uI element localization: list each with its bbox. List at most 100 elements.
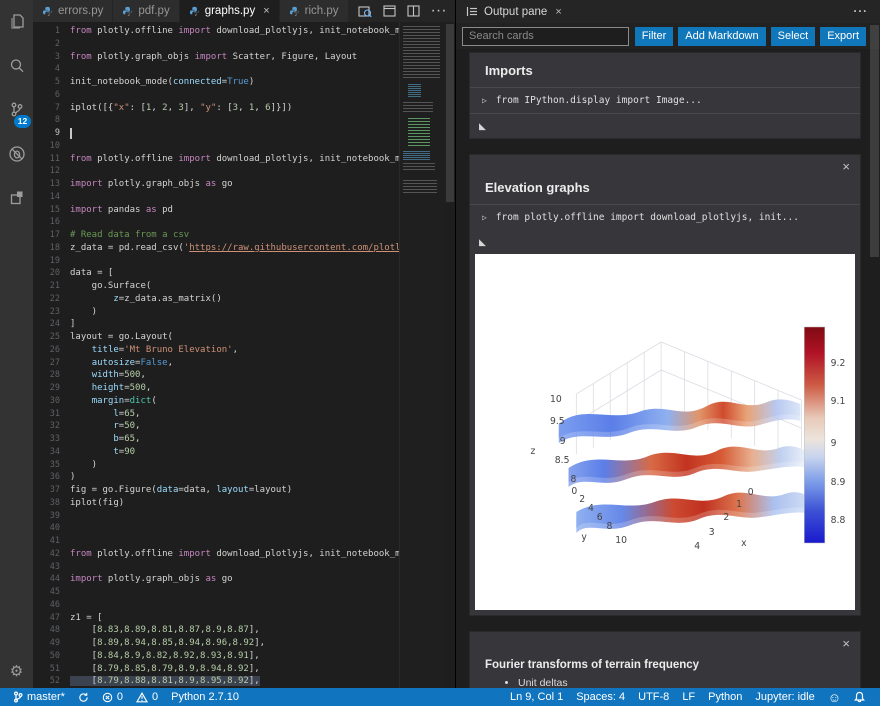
code-line[interactable]: 37 fig = go.Figure(data=data, layout=layo… xyxy=(33,484,400,497)
indentation-item[interactable]: Spaces: 4 xyxy=(571,688,630,706)
code-line[interactable]: 40 xyxy=(33,522,400,535)
code-line[interactable]: 18 z_data = pd.read_csv('https://raw.gith… xyxy=(33,242,400,255)
code-line[interactable]: 50 [8.84,8.9,8.82,8.92,8.93,8.91], xyxy=(33,650,400,663)
code-line[interactable]: 11 from plotly.offline import download_pl… xyxy=(33,153,400,166)
code-line[interactable]: 52 [8.79,8.88,8.81,8.9,8.95,8.92], xyxy=(33,675,400,688)
code-line[interactable]: 35 ) xyxy=(33,459,400,472)
code-line[interactable]: 41 xyxy=(33,535,400,548)
code-line[interactable]: 13 import plotly.graph_objs as go xyxy=(33,178,400,191)
code-line[interactable]: 19 xyxy=(33,255,400,268)
debug-icon[interactable] xyxy=(0,132,33,176)
code-line[interactable]: 3 from plotly.graph_objs import Scatter, … xyxy=(33,51,400,64)
code-line[interactable]: 27 autosize=False, xyxy=(33,357,400,370)
jupyter-status-item[interactable]: Jupyter: idle xyxy=(750,688,819,706)
card-code-row[interactable]: ▷ from plotly.offline import download_pl… xyxy=(470,205,860,230)
code-line[interactable]: 14 xyxy=(33,191,400,204)
settings-gear-icon[interactable]: ⚙ xyxy=(0,662,33,680)
minimap[interactable] xyxy=(399,22,445,688)
close-tab-icon[interactable]: × xyxy=(263,5,269,17)
python-interpreter-item[interactable]: Python 2.7.10 xyxy=(166,688,244,706)
code-line[interactable]: 20 data = [ xyxy=(33,267,400,280)
code-line[interactable]: 7 iplot([{"x": [1, 2, 3], "y": [3, 1, 6]}… xyxy=(33,102,400,115)
code-line[interactable]: 44 import plotly.graph_objs as go xyxy=(33,573,400,586)
language-mode-item[interactable]: Python xyxy=(703,688,747,706)
code-line[interactable]: 43 xyxy=(33,561,400,574)
code-line[interactable]: 38 iplot(fig) xyxy=(33,497,400,510)
code-line[interactable]: 36) xyxy=(33,471,400,484)
select-button[interactable]: Select xyxy=(770,26,816,46)
code-line[interactable]: 21 go.Surface( xyxy=(33,280,400,293)
code-line[interactable]: 17 # Read data from a csv xyxy=(33,229,400,242)
export-button[interactable]: Export xyxy=(820,26,866,46)
code-line[interactable]: 42 from plotly.offline import download_pl… xyxy=(33,548,400,561)
code-line[interactable]: 8 xyxy=(33,114,400,127)
elevation-plot[interactable]: 10 9.5 9 8.5 8 0 2 4 6 8 10 0 1 2 3 4 9.2 9.1 9 8.9 8.8 z y x xyxy=(475,254,855,610)
code-line[interactable]: 30 margin=dict( xyxy=(33,395,400,408)
card-resize-icon[interactable]: ◣ xyxy=(479,237,486,247)
code-line[interactable]: 4 xyxy=(33,63,400,76)
card-code-row[interactable]: ▷ from IPython.display import Image... xyxy=(470,88,860,113)
code-line[interactable]: 48 [8.83,8.89,8.81,8.87,8.9,8.87], xyxy=(33,624,400,637)
encoding-item[interactable]: UTF-8 xyxy=(633,688,674,706)
eol-item[interactable]: LF xyxy=(677,688,700,706)
split-editor-icon[interactable] xyxy=(406,5,420,17)
code-line[interactable]: 23 ) xyxy=(33,306,400,319)
sync-item[interactable] xyxy=(73,688,94,706)
code-line[interactable]: 9 xyxy=(33,127,400,140)
source-control-icon[interactable]: 12 xyxy=(0,88,33,132)
explorer-icon[interactable] xyxy=(0,0,33,44)
code-line[interactable]: 34 t=90 xyxy=(33,446,400,459)
code-line[interactable]: 2 xyxy=(33,38,400,51)
collapse-arrow-icon[interactable]: ▷ xyxy=(482,96,487,105)
code-line[interactable]: 12 xyxy=(33,165,400,178)
errors-item[interactable]: 0 xyxy=(97,688,128,706)
notifications-bell-icon[interactable] xyxy=(849,688,870,706)
search-cards-input[interactable] xyxy=(462,26,629,46)
tab-pdf-py[interactable]: pdf.py xyxy=(113,0,180,22)
code-line[interactable]: 49 [8.89,8.94,8.85,8.94,8.96,8.92], xyxy=(33,637,400,650)
code-editor[interactable]: 1 from plotly.offline import download_plo… xyxy=(33,22,455,688)
cursor-position-item[interactable]: Ln 9, Col 1 xyxy=(505,688,568,706)
code-line[interactable]: 46 xyxy=(33,599,400,612)
code-line[interactable]: 6 xyxy=(33,89,400,102)
code-line[interactable]: 51 [8.79,8.85,8.79,8.9,8.94,8.92], xyxy=(33,663,400,676)
code-line[interactable]: 29 height=500, xyxy=(33,382,400,395)
code-line[interactable]: 25 layout = go.Layout( xyxy=(33,331,400,344)
code-line[interactable]: 1 from plotly.offline import download_plo… xyxy=(33,25,400,38)
code-line[interactable]: 5 init_notebook_mode(connected=True) xyxy=(33,76,400,89)
close-panel-icon[interactable]: × xyxy=(555,6,561,18)
code-line[interactable]: 26 title='Mt Bruno Elevation', xyxy=(33,344,400,357)
code-line[interactable]: 33 b=65, xyxy=(33,433,400,446)
code-line[interactable]: 22 z=z_data.as_matrix() xyxy=(33,293,400,306)
code-line[interactable]: 47 z1 = [ xyxy=(33,612,400,625)
code-lines[interactable]: 1 from plotly.offline import download_plo… xyxy=(33,25,400,688)
code-line[interactable]: 24] xyxy=(33,318,400,331)
close-card-icon[interactable]: × xyxy=(842,160,850,173)
extensions-icon[interactable] xyxy=(0,176,33,220)
card-resize-icon[interactable]: ◣ xyxy=(479,121,486,131)
code-line[interactable]: 16 xyxy=(33,216,400,229)
code-line[interactable]: 15 import pandas as pd xyxy=(33,204,400,217)
editor-scrollbar[interactable] xyxy=(445,22,455,688)
code-line[interactable]: 28 width=500, xyxy=(33,369,400,382)
code-line[interactable]: 39 xyxy=(33,510,400,523)
warnings-item[interactable]: 0 xyxy=(131,688,163,706)
tab-graphs-py[interactable]: graphs.py × xyxy=(179,0,280,22)
close-card-icon[interactable]: × xyxy=(842,637,850,650)
toggle-panel-icon[interactable] xyxy=(382,5,396,17)
code-line[interactable]: 31 l=65, xyxy=(33,408,400,421)
search-icon[interactable] xyxy=(0,44,33,88)
more-actions-icon[interactable]: ··· xyxy=(431,2,447,20)
tab-rich-py[interactable]: rich.py xyxy=(279,0,349,22)
add-markdown-button[interactable]: Add Markdown xyxy=(678,26,766,46)
open-preview-icon[interactable] xyxy=(357,5,372,18)
panel-more-actions-icon[interactable]: ··· xyxy=(854,6,880,18)
panel-scrollbar[interactable] xyxy=(869,23,880,688)
output-pane-tab[interactable]: Output pane × xyxy=(456,0,572,23)
code-line[interactable]: 10 xyxy=(33,140,400,153)
code-line[interactable]: 45 xyxy=(33,586,400,599)
feedback-smiley-icon[interactable]: ☺ xyxy=(823,688,846,706)
code-line[interactable]: 32 r=50, xyxy=(33,420,400,433)
filter-button[interactable]: Filter xyxy=(634,26,674,46)
git-branch-item[interactable]: master* xyxy=(8,688,70,706)
